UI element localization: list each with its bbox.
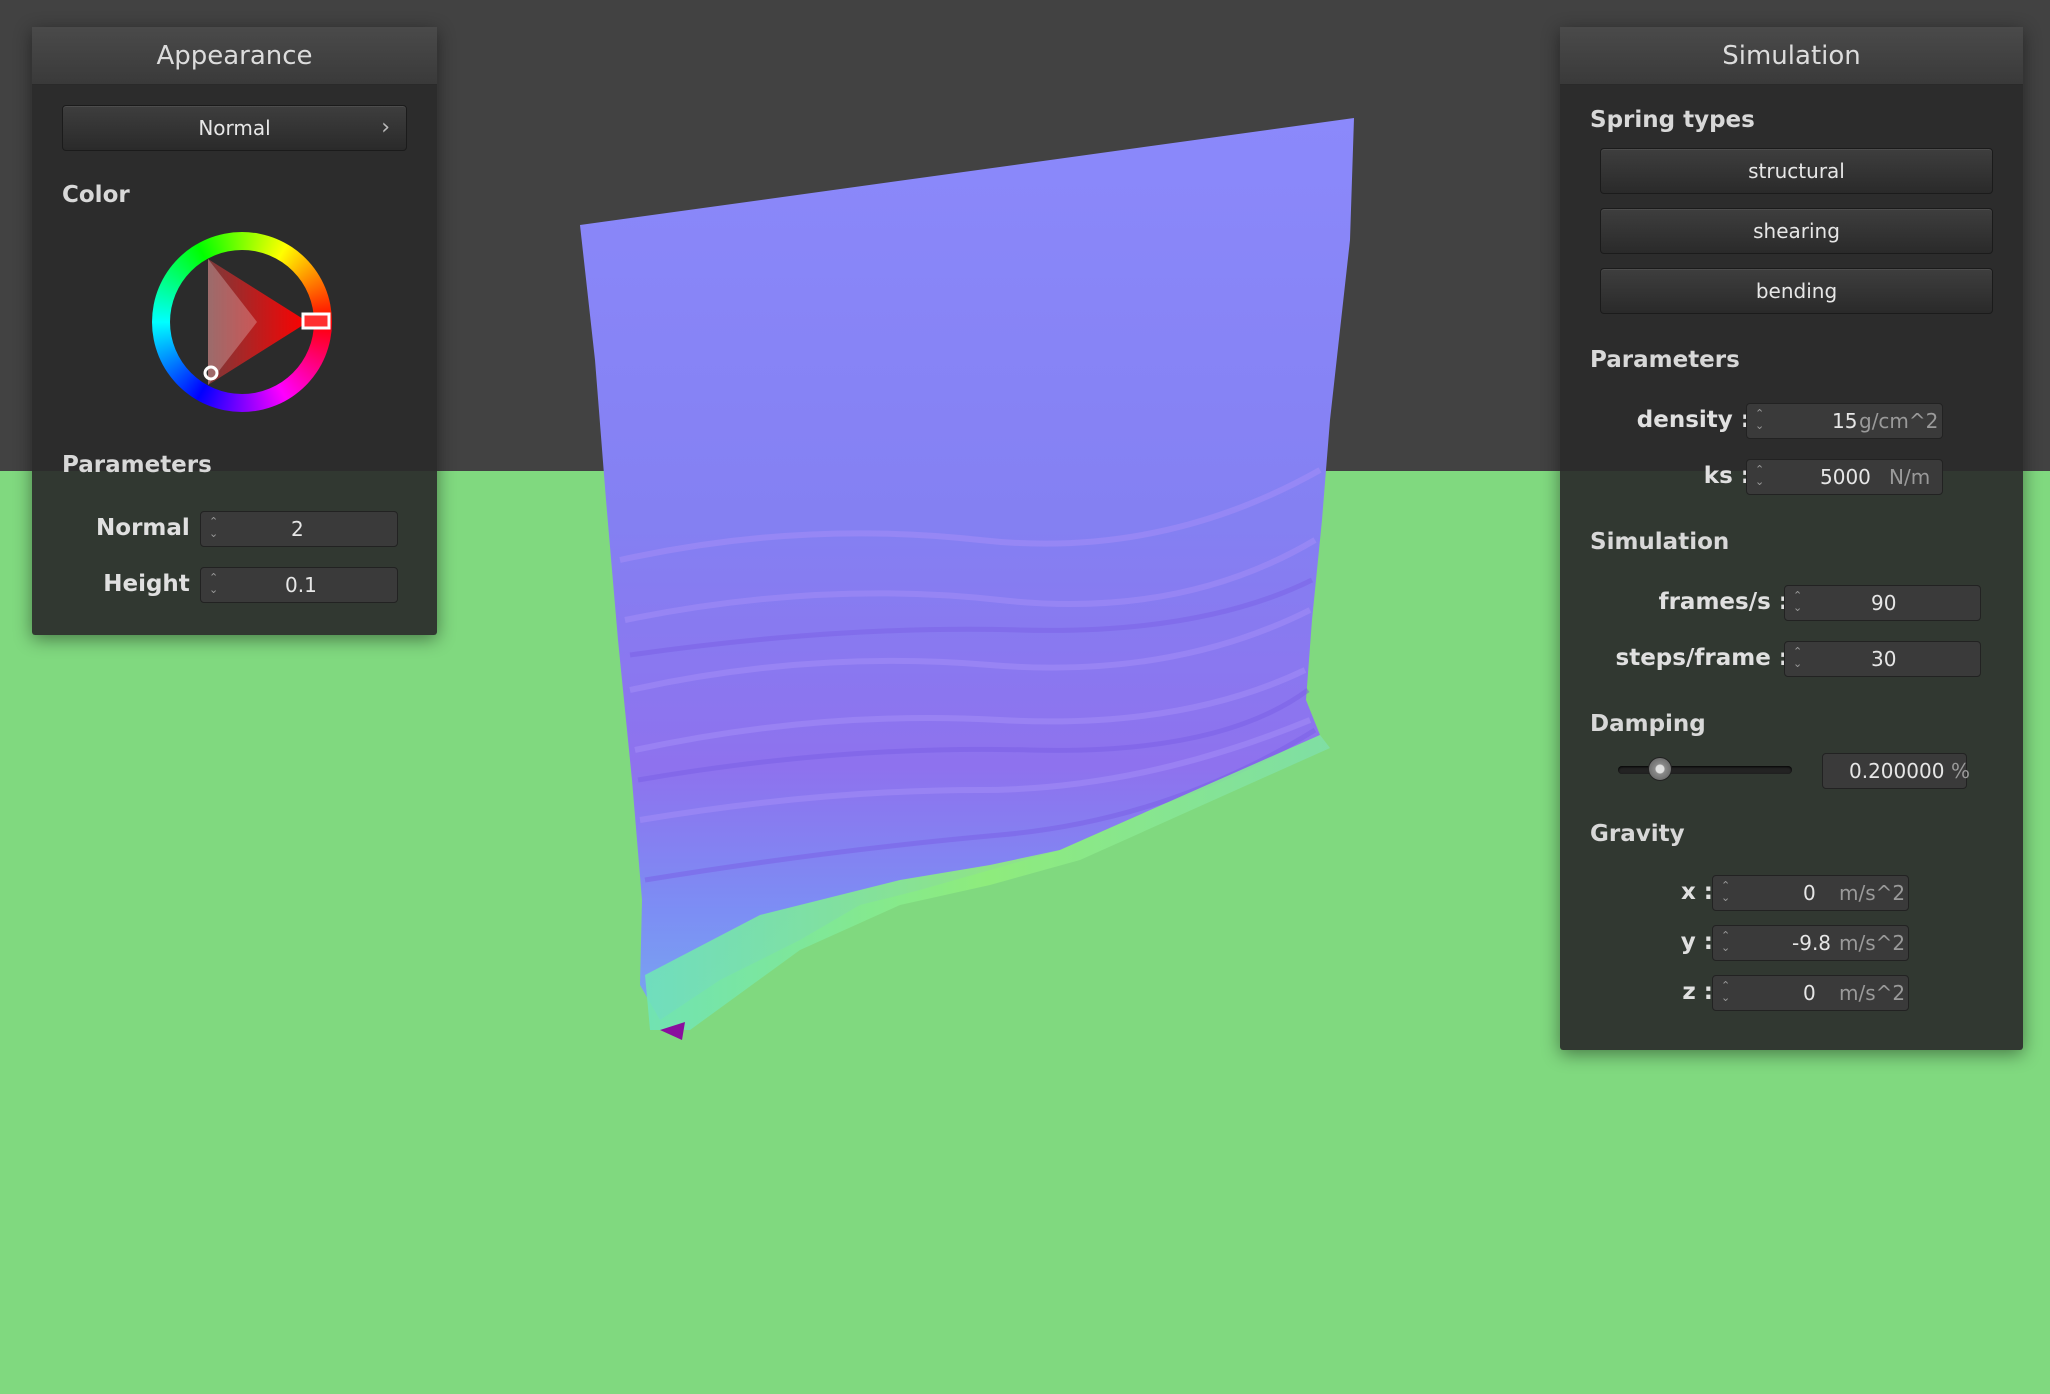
height-value: 0.1 [285,573,317,597]
spring-types-label: Spring types [1590,107,1755,133]
simulation-title: Simulation [1560,27,2023,85]
fps-value: 90 [1871,591,1897,615]
gravity-z-input[interactable]: ⌃ ⌄ 0 m/s^2 [1712,975,1909,1011]
spinner-arrows-icon: ⌃ ⌄ [1755,407,1765,432]
chevron-right-icon: › [381,115,390,140]
damping-slider-knob[interactable] [1648,757,1672,781]
structural-spring-button[interactable]: structural [1600,148,1993,194]
fps-input[interactable]: ⌃ ⌄ 90 [1784,585,1981,621]
gravity-x-input[interactable]: ⌃ ⌄ 0 m/s^2 [1712,875,1909,911]
ks-unit: N/m [1889,465,1931,489]
simulation-panel: Simulation Spring types structural shear… [1560,27,2023,1050]
damping-label: Damping [1590,711,1706,737]
gravity-x-label: x : [1680,879,1713,905]
density-input[interactable]: ⌃ ⌄ 15 g/cm^2 [1746,403,1943,439]
gravity-y-input[interactable]: ⌃ ⌄ -9.8 m/s^2 [1712,925,1909,961]
fps-label: frames/s : [1658,589,1788,615]
shader-select-button[interactable]: Normal › [62,105,407,151]
normal-input[interactable]: ⌃ ⌄ 2 [200,511,398,547]
shearing-spring-button[interactable]: shearing [1600,208,1993,254]
gravity-x-value: 0 [1803,881,1816,905]
gravity-x-unit: m/s^2 [1839,881,1906,905]
shader-select-label: Normal [198,116,271,140]
bending-spring-button[interactable]: bending [1600,268,1993,314]
spinner-arrows-icon: ⌃ ⌄ [1793,645,1803,670]
appearance-panel: Appearance Normal › Color Parameters Nor… [32,27,437,635]
gravity-y-value: -9.8 [1792,931,1832,955]
spinner-arrows-icon: ⌃ ⌄ [1721,979,1731,1004]
ks-label: ks : [1703,463,1750,489]
hue-ring-handle [301,312,331,330]
steps-label: steps/frame : [1615,645,1788,671]
height-input[interactable]: ⌃ ⌄ 0.1 [200,567,398,603]
normal-label: Normal : [96,515,207,541]
spinner-arrows-icon: ⌃ ⌄ [1721,929,1731,954]
height-label: Height : [103,571,207,597]
steps-input[interactable]: ⌃ ⌄ 30 [1784,641,1981,677]
appearance-title: Appearance [32,27,437,85]
simulation-section-label: Simulation [1590,529,1730,555]
density-unit: g/cm^2 [1859,409,1939,433]
gravity-z-label: z : [1682,979,1713,1005]
gravity-z-value: 0 [1803,981,1816,1005]
damping-slider-track [1618,766,1792,774]
density-label: density : [1636,407,1750,433]
density-value: 15 [1832,409,1858,433]
appearance-parameters-label: Parameters [62,452,212,478]
damping-slider[interactable] [1618,757,1792,781]
damping-value: 0.200000 [1849,759,1945,783]
color-section-label: Color [62,182,130,208]
gravity-z-unit: m/s^2 [1839,981,1906,1005]
gravity-y-unit: m/s^2 [1839,931,1906,955]
spinner-arrows-icon: ⌃ ⌄ [1793,589,1803,614]
ks-input[interactable]: ⌃ ⌄ 5000 N/m [1746,459,1943,495]
ks-value: 5000 [1820,465,1871,489]
steps-value: 30 [1871,647,1897,671]
color-wheel[interactable] [147,227,337,417]
normal-value: 2 [291,517,304,541]
spinner-arrows-icon: ⌃ ⌄ [209,515,219,540]
spinner-arrows-icon: ⌃ ⌄ [1755,463,1765,488]
spinner-arrows-icon: ⌃ ⌄ [1721,879,1731,904]
gravity-label: Gravity [1590,821,1685,847]
damping-input[interactable]: 0.200000 % [1822,753,1971,789]
simulation-parameters-label: Parameters [1590,347,1740,373]
gravity-y-label: y : [1680,929,1713,955]
spinner-arrows-icon: ⌃ ⌄ [209,571,219,596]
damping-unit: % [1951,759,1971,783]
